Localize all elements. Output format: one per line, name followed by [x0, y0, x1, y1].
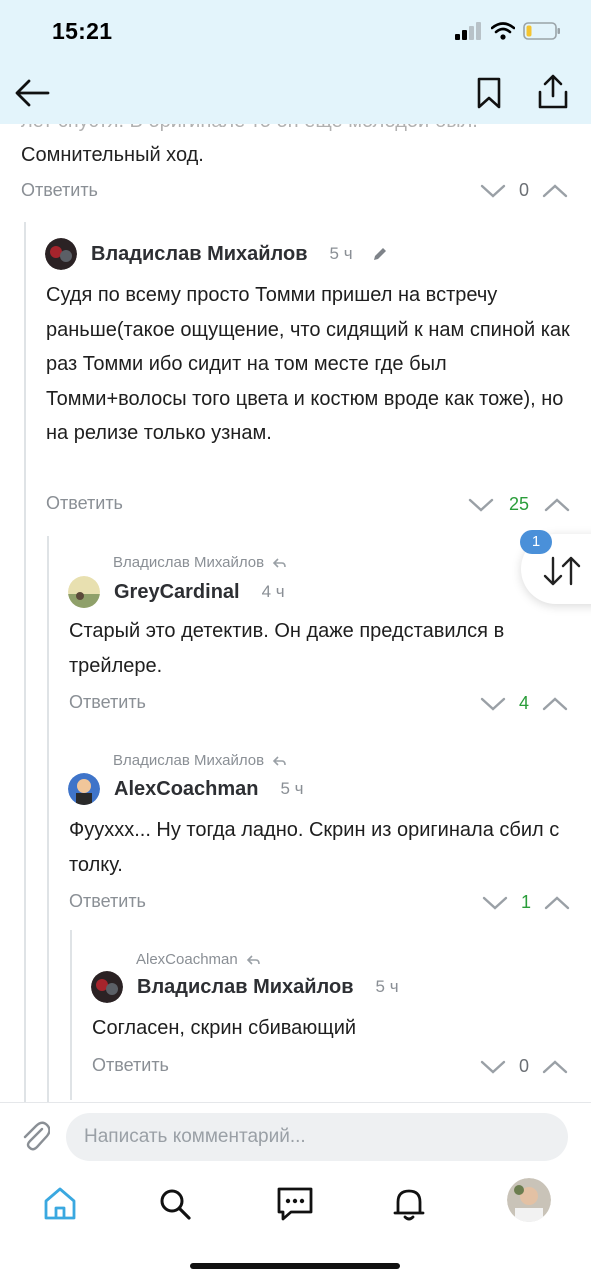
vote-count: 1: [520, 892, 531, 912]
attach-clip-icon[interactable]: [20, 1119, 50, 1153]
vote-control: 0: [480, 180, 568, 201]
reply-button[interactable]: Ответить: [46, 493, 123, 514]
vote-control: 0: [480, 1056, 568, 1077]
bookmark-icon[interactable]: [476, 76, 502, 110]
battery-icon: [523, 22, 560, 40]
comment-time: 5 ч: [329, 244, 353, 263]
downvote-icon[interactable]: [480, 1059, 506, 1075]
share-icon[interactable]: [537, 74, 569, 110]
avatar[interactable]: [68, 773, 100, 805]
top-nav: [0, 62, 591, 124]
signal-icon: [455, 22, 481, 40]
thread-line: [24, 222, 26, 1102]
author-name[interactable]: Владислав Михайлов: [137, 976, 354, 999]
upvote-icon[interactable]: [542, 1059, 568, 1075]
author-name[interactable]: Владислав Михайлов: [91, 243, 308, 266]
comment-text: Фууххх... Ну тогда ладно. Скрин из ориги…: [69, 819, 560, 876]
upvote-icon[interactable]: [544, 497, 570, 513]
downvote-icon[interactable]: [482, 895, 508, 911]
comment-time: 5 ч: [375, 977, 399, 996]
home-indicator: [190, 1263, 400, 1269]
wifi-icon: [491, 22, 515, 40]
comment-compose-bar: Написать комментарий...: [0, 1102, 591, 1170]
comment-header: AlexCoachman 5 ч: [68, 773, 304, 805]
upvote-icon[interactable]: [542, 183, 568, 199]
home-icon[interactable]: [40, 1184, 80, 1224]
vote-count: 4: [518, 693, 529, 713]
avatar[interactable]: [68, 576, 100, 608]
vote-count: 25: [508, 494, 530, 514]
downvote-icon[interactable]: [468, 497, 494, 513]
comment-input[interactable]: Написать комментарий...: [66, 1113, 568, 1161]
upvote-icon[interactable]: [542, 696, 568, 712]
author-name[interactable]: GreyCardinal: [114, 581, 240, 604]
avatar[interactable]: [45, 238, 77, 270]
new-comments-badge: 1: [520, 530, 552, 554]
comment-text: Согласен, скрин сбивающий: [92, 1017, 357, 1039]
reply-to-label[interactable]: Владислав Михайлов: [113, 554, 286, 571]
comment-text: Судя по всему просто Томми пришел на вст…: [46, 284, 570, 444]
reply-button[interactable]: Ответить: [69, 692, 146, 713]
bell-icon[interactable]: [389, 1184, 429, 1224]
vote-control: 25: [468, 494, 570, 515]
status-icons: [455, 22, 561, 40]
comments-scroll[interactable]: лет спустя. В оригинале то он еще молодо…: [0, 0, 591, 1102]
reply-button[interactable]: Ответить: [69, 891, 146, 912]
comment-time: 4 ч: [261, 582, 285, 601]
clock: 15:21: [52, 18, 113, 44]
search-icon[interactable]: [155, 1184, 195, 1224]
comment-header: Владислав Михайлов 5 ч: [45, 238, 389, 270]
profile-avatar[interactable]: [507, 1178, 551, 1222]
thread-line: [70, 930, 72, 1100]
reply-arrow-icon: [246, 954, 260, 965]
reply-to-label[interactable]: AlexCoachman: [136, 951, 260, 968]
downvote-icon[interactable]: [480, 696, 506, 712]
thread-line: [47, 536, 49, 1102]
reply-button[interactable]: Ответить: [92, 1055, 169, 1076]
sort-arrows-icon: [543, 556, 581, 586]
avatar[interactable]: [91, 971, 123, 1003]
chat-icon[interactable]: [275, 1184, 315, 1224]
author-name[interactable]: AlexCoachman: [114, 778, 259, 801]
status-bar: 15:21: [0, 0, 591, 62]
vote-control: 1: [482, 892, 570, 913]
comment-header: GreyCardinal 4 ч: [68, 576, 285, 608]
upvote-icon[interactable]: [544, 895, 570, 911]
back-arrow-icon[interactable]: [14, 78, 50, 108]
comment-header: Владислав Михайлов 5 ч: [91, 971, 399, 1003]
downvote-icon[interactable]: [480, 183, 506, 199]
reply-arrow-icon: [272, 557, 286, 568]
edit-pencil-icon: [373, 248, 386, 260]
comment-time: 5 ч: [280, 779, 304, 798]
vote-control: 4: [480, 693, 568, 714]
vote-count: 0: [518, 180, 529, 200]
reply-arrow-icon: [272, 755, 286, 766]
comment-text: Старый это детектив. Он даже представилс…: [69, 620, 505, 677]
reply-button[interactable]: Ответить: [21, 180, 98, 201]
vote-count: 0: [518, 1056, 529, 1076]
reply-to-label[interactable]: Владислав Михайлов: [113, 752, 286, 769]
